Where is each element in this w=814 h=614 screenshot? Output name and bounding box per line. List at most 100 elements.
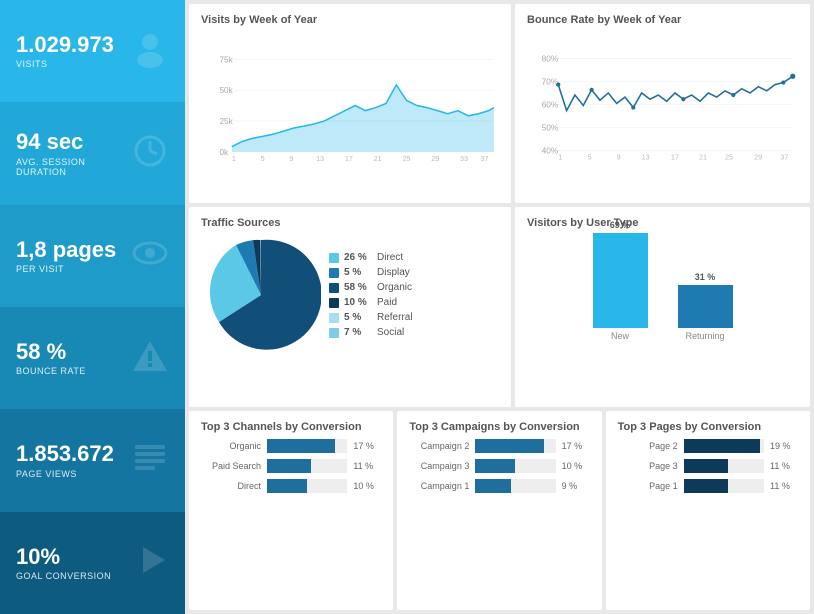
page-label-1: Page 1: [618, 481, 678, 491]
page-pct-2: 19 %: [770, 441, 798, 451]
svg-text:37: 37: [780, 153, 788, 162]
traffic-sources-title: Traffic Sources: [201, 217, 499, 229]
page-fill-3: [684, 459, 728, 473]
channel-label-paid: Paid Search: [201, 461, 261, 471]
legend-direct: 26 % Direct: [329, 252, 499, 263]
channel-track-paid: [267, 459, 347, 473]
pages-card: Top 3 Pages by Conversion Page 2 19 % Pa…: [606, 411, 810, 610]
top-row: Visits by Week of Year 75k 50k 25k 0k: [189, 4, 810, 203]
visitors-type-card: Visitors by User Type 69 % New 31 % Retu…: [515, 207, 810, 406]
y-label-75k: 75k: [219, 55, 233, 64]
svg-text:50%: 50%: [542, 122, 559, 132]
dashboard: 1.029.973 VISITS 94 sec AVG. SESSIONDURA…: [0, 0, 814, 614]
visitors-type-title: Visitors by User Type: [527, 217, 798, 229]
warning-icon: [131, 337, 169, 380]
page-track-2: [684, 439, 764, 453]
page-pct-3: 11 %: [770, 461, 798, 471]
visits-label: VISITS: [16, 59, 114, 69]
legend-dot-organic: [329, 283, 339, 293]
campaign-label-3: Campaign 3: [409, 461, 469, 471]
svg-text:29: 29: [431, 154, 439, 163]
traffic-sources-card: Traffic Sources: [189, 207, 511, 406]
legend-dot-social: [329, 328, 339, 338]
list-icon: [131, 439, 169, 482]
campaigns-card: Top 3 Campaigns by Conversion Campaign 2…: [397, 411, 601, 610]
traffic-sources-content: 26 % Direct 5 % Display 58 % Organic: [201, 235, 499, 355]
page-pct-1: 11 %: [770, 481, 798, 491]
channel-bar-organic: Organic 17 %: [201, 439, 381, 453]
pages-bars: Page 2 19 % Page 3 11 % Pa: [618, 439, 798, 493]
svg-text:33: 33: [460, 154, 468, 163]
session-value: 94 sec: [16, 130, 85, 154]
legend-dot-direct: [329, 253, 339, 263]
svg-text:13: 13: [316, 154, 324, 163]
legend-dot-paid: [329, 298, 339, 308]
page-label-3: Page 3: [618, 461, 678, 471]
bar-new: [593, 233, 648, 328]
bounce-rate-label: BOUNCE RATE: [16, 366, 86, 376]
campaigns-title: Top 3 Campaigns by Conversion: [409, 421, 589, 433]
page-views-value: 1.853.672: [16, 442, 114, 466]
legend-display: 5 % Display: [329, 267, 499, 278]
clock-icon: [131, 132, 169, 175]
page-bar-1: Page 1 11 %: [618, 479, 798, 493]
flag-icon: [131, 541, 169, 584]
page-bar-3: Page 3 11 %: [618, 459, 798, 473]
visits-area: [232, 85, 494, 152]
pages-per-visit-label: PER VISIT: [16, 264, 116, 274]
bounce-chart-title: Bounce Rate by Week of Year: [527, 14, 798, 26]
svg-text:1: 1: [558, 153, 562, 162]
channel-label-direct: Direct: [201, 481, 261, 491]
svg-text:9: 9: [289, 154, 293, 163]
campaign-pct-1: 9 %: [562, 481, 590, 491]
legend-label-display: Display: [377, 267, 410, 278]
channel-bar-direct: Direct 10 %: [201, 479, 381, 493]
channel-fill-organic: [267, 439, 335, 453]
legend-pct-organic: 58 %: [344, 282, 372, 293]
legend-label-paid: Paid: [377, 297, 397, 308]
pie-chart: [201, 235, 321, 355]
bar-label-new: New: [611, 331, 629, 341]
sidebar-goal-conversion: 10% GOAL CONVERSION: [0, 512, 185, 614]
pages-title: Top 3 Pages by Conversion: [618, 421, 798, 433]
campaign-track-2: [475, 439, 555, 453]
page-views-label: PAGE VIEWS: [16, 469, 114, 479]
svg-text:40%: 40%: [542, 145, 559, 155]
bounce-line-chart: 80% 70% 60% 50% 40%: [527, 32, 798, 189]
campaign-fill-3: [475, 459, 515, 473]
channel-track-direct: [267, 479, 347, 493]
sidebar-pages-per-visit: 1,8 pages PER VISIT: [0, 205, 185, 307]
main-content: Visits by Week of Year 75k 50k 25k 0k: [185, 0, 814, 614]
legend-label-organic: Organic: [377, 282, 412, 293]
bar-group-new: 69 % New: [593, 220, 648, 341]
campaigns-bars: Campaign 2 17 % Campaign 3 10 %: [409, 439, 589, 493]
svg-text:13: 13: [642, 153, 650, 162]
legend-pct-direct: 26 %: [344, 252, 372, 263]
middle-row: Traffic Sources: [189, 207, 810, 406]
legend-pct-paid: 10 %: [344, 297, 372, 308]
campaign-pct-2: 17 %: [562, 441, 590, 451]
legend-label-referral: Referral: [377, 312, 413, 323]
sidebar-page-views: 1.853.672 PAGE VIEWS: [0, 409, 185, 511]
y-label-25k: 25k: [219, 117, 233, 126]
session-label: AVG. SESSIONDURATION: [16, 157, 85, 177]
svg-text:17: 17: [345, 154, 353, 163]
pages-per-visit-value: 1,8 pages: [16, 238, 116, 262]
campaign-bar-3: Campaign 3 10 %: [409, 459, 589, 473]
campaign-fill-1: [475, 479, 511, 493]
channel-pct-direct: 10 %: [353, 481, 381, 491]
page-track-3: [684, 459, 764, 473]
legend-social: 7 % Social: [329, 327, 499, 338]
svg-text:80%: 80%: [542, 54, 559, 64]
page-bar-2: Page 2 19 %: [618, 439, 798, 453]
campaign-label-2: Campaign 2: [409, 441, 469, 451]
bar-label-returning-pct: 31 %: [695, 272, 716, 282]
channel-fill-paid: [267, 459, 311, 473]
legend-paid: 10 % Paid: [329, 297, 499, 308]
page-track-1: [684, 479, 764, 493]
legend-pct-display: 5 %: [344, 267, 372, 278]
svg-text:25: 25: [402, 154, 410, 163]
goal-conversion-value: 10%: [16, 545, 111, 569]
page-label-2: Page 2: [618, 441, 678, 451]
page-fill-2: [684, 439, 760, 453]
